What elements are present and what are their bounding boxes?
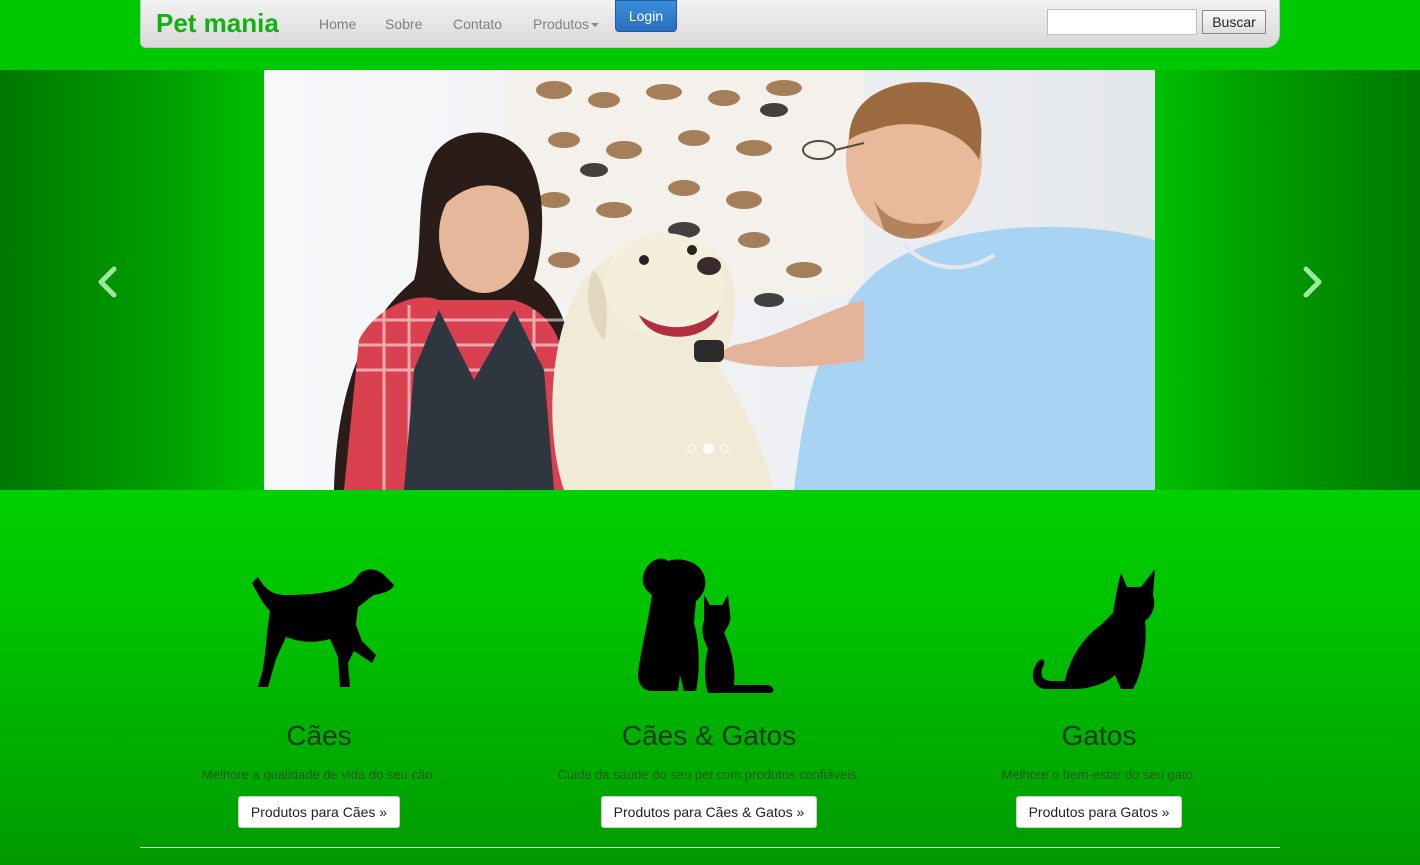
feature-title: Gatos <box>1061 720 1137 751</box>
feature-description: Cuide da saúde do seu pet com produtos c… <box>557 767 861 782</box>
login-button[interactable]: Login <box>615 0 677 32</box>
produtos-caes-button[interactable]: Produtos para Cães » <box>237 796 401 828</box>
cat-icon <box>919 540 1279 695</box>
search-input[interactable] <box>1047 9 1197 35</box>
carousel-indicator[interactable] <box>720 444 729 453</box>
feature-caes-gatos: Cães & Gatos Cuide da saúde do seu pet c… <box>529 540 889 828</box>
produtos-caes-gatos-button[interactable]: Produtos para Cães & Gatos » <box>600 796 818 828</box>
carousel-indicator-active[interactable] <box>703 443 714 454</box>
produtos-gatos-button[interactable]: Produtos para Gatos » <box>1015 796 1183 828</box>
chevron-right-icon <box>1303 266 1322 298</box>
search-button[interactable]: Buscar <box>1202 10 1266 34</box>
carousel-prev-arrow[interactable] <box>96 266 120 298</box>
nav-home[interactable]: Home <box>319 16 356 32</box>
carousel-next-arrow[interactable] <box>1300 266 1324 298</box>
nav-sobre[interactable]: Sobre <box>385 16 422 32</box>
dog-and-cat-icon <box>529 540 889 695</box>
nav-contato[interactable]: Contato <box>453 16 502 32</box>
carousel-slide-image <box>264 70 1155 490</box>
feature-caes: Cães Melhore a qualidade de vida do seu … <box>139 540 499 828</box>
brand-logo[interactable]: Pet mania <box>156 8 279 39</box>
nav-produtos-dropdown[interactable]: Produtos <box>533 16 600 32</box>
feature-description: Melhore o bem-estar do seu gato. <box>1001 767 1197 782</box>
feature-gatos: Gatos Melhore o bem-estar do seu gato. P… <box>919 540 1279 828</box>
feature-title: Cães & Gatos <box>621 720 797 751</box>
chevron-left-icon <box>98 266 117 298</box>
vet-with-dog-photo <box>264 70 1155 490</box>
carousel-indicator[interactable] <box>687 444 696 453</box>
nav-produtos-label: Produtos <box>533 16 590 32</box>
dog-icon <box>139 540 499 695</box>
divider <box>140 847 1280 848</box>
chevron-down-icon <box>591 23 600 28</box>
carousel <box>0 70 1420 490</box>
feature-title: Cães <box>286 720 352 751</box>
feature-description: Melhore a qualidade de vida do seu cão. <box>201 767 437 782</box>
navbar: Pet mania Home Sobre Contato Produtos Lo… <box>140 0 1280 48</box>
